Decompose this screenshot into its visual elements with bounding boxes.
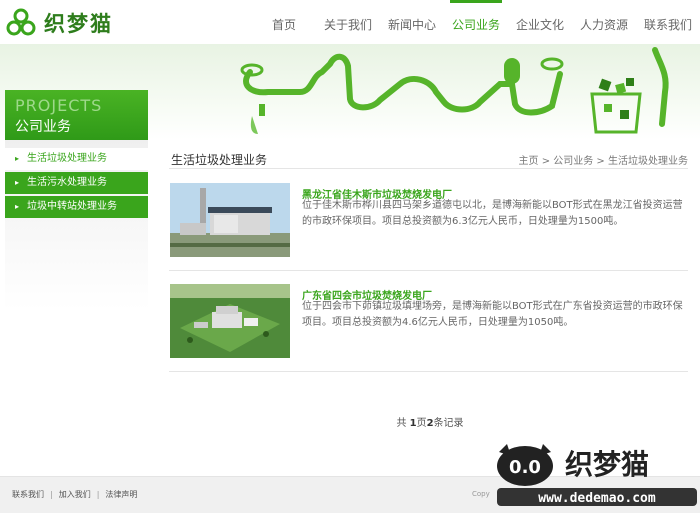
record-count: 2 [426, 418, 434, 429]
project-thumbnail[interactable] [170, 284, 290, 358]
sidebar-item-label: 垃圾中转站处理业务 [27, 201, 117, 212]
breadcrumb[interactable]: 主页 > 公司业务 > 生活垃圾处理业务 [519, 152, 688, 167]
main-nav: 首页 关于我们 新闻中心 公司业务 企业文化 人力资源 联系我们 [252, 0, 700, 44]
pagination-summary: 共 1页2条记录 [396, 418, 464, 429]
divider [169, 270, 688, 271]
footer-link-join[interactable]: 加入我们 [59, 490, 91, 499]
separator: | [96, 490, 100, 499]
nav-hr[interactable]: 人力资源 [572, 0, 636, 44]
footer-link-contact[interactable]: 联系我们 [12, 490, 44, 499]
footer-link-legal[interactable]: 法律声明 [105, 490, 137, 499]
chevron-right-icon: ▸ [15, 202, 20, 211]
sidebar-item-transfer-station[interactable]: ▸ 垃圾中转站处理业务 [5, 196, 148, 218]
nav-home[interactable]: 首页 [252, 0, 316, 44]
nav-contact[interactable]: 联系我们 [636, 0, 700, 44]
page-title: 生活垃圾处理业务 [171, 153, 268, 167]
nav-business[interactable]: 公司业务 [444, 0, 508, 44]
sidebar-item-sewage[interactable]: ▸ 生活污水处理业务 [5, 172, 148, 194]
sidebar-title-en: PROJECTS [15, 96, 103, 115]
logo-icon [6, 8, 36, 36]
sidebar-item-label: 生活污水处理业务 [27, 177, 107, 188]
footer-links: 联系我们 | 加入我们 | 法律声明 [12, 489, 137, 500]
watermark-url: www.dedemao.com [538, 491, 656, 506]
page-count: 1 [409, 418, 417, 429]
logo-text: 织梦猫 [44, 12, 113, 36]
chevron-right-icon: ▸ [15, 154, 20, 163]
sidebar-title-cn: 公司业务 [15, 119, 71, 135]
chevron-right-icon: ▸ [15, 178, 20, 187]
project-description: 位于四会市下茆镇垃圾填埋场旁，是博海新能以BOT形式在广东省投资运营的市政环保项… [302, 301, 683, 328]
separator: | [50, 490, 53, 499]
sidebar-title-box: PROJECTS 公司业务 [5, 90, 148, 140]
sidebar-item-domestic-waste[interactable]: ▸ 生活垃圾处理业务 [5, 148, 148, 170]
nav-about[interactable]: 关于我们 [316, 0, 380, 44]
sidebar-item-label: 生活垃圾处理业务 [27, 153, 107, 164]
header: 织梦猫 首页 关于我们 新闻中心 公司业务 企业文化 人力资源 联系我们 [0, 0, 700, 44]
watermark-title: 织梦猫 [565, 448, 649, 481]
copyright-text: Copy [472, 490, 490, 498]
nav-culture[interactable]: 企业文化 [508, 0, 572, 44]
logo[interactable]: 织梦猫 [6, 8, 113, 38]
watermark-face: 0.0 [509, 457, 541, 478]
divider [169, 168, 688, 169]
divider [169, 371, 688, 372]
nav-news[interactable]: 新闻中心 [380, 0, 444, 44]
project-description: 位于佳木斯市桦川县四马架乡道德屯以北，是博海新能以BOT形式在黑龙江省投资运营的… [302, 200, 683, 227]
dedemao-watermark: 0.0 织梦猫 www.dedemao.com [497, 444, 697, 506]
sidebar-menu: ▸ 生活垃圾处理业务 ▸ 生活污水处理业务 ▸ 垃圾中转站处理业务 [5, 140, 148, 310]
project-thumbnail[interactable] [170, 183, 290, 257]
